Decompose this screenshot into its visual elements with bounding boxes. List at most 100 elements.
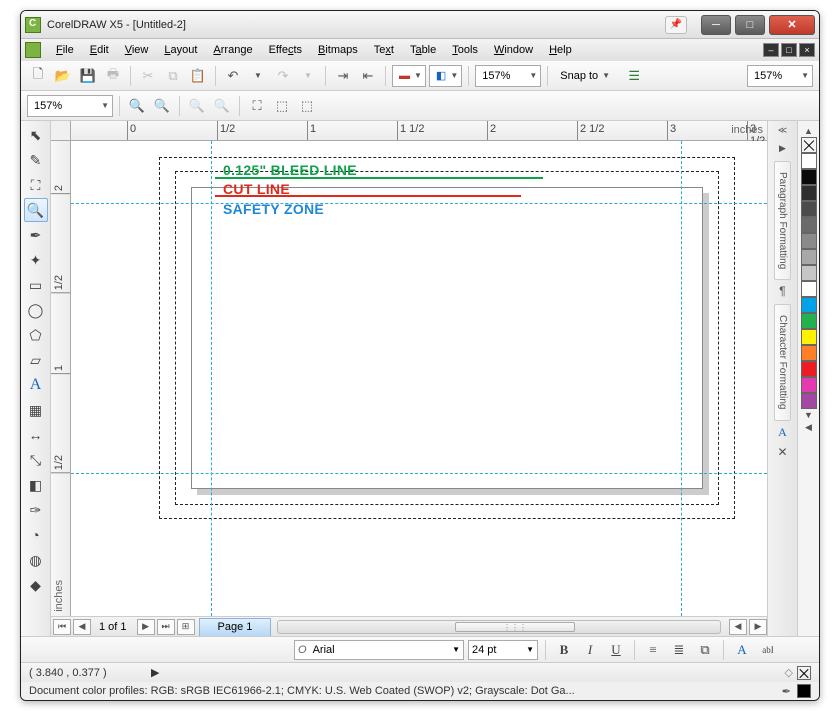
paragraph-formatting-docker[interactable]: Paragraph Formatting xyxy=(774,161,791,280)
color-swatch[interactable] xyxy=(801,217,817,233)
color-swatch[interactable] xyxy=(801,169,817,185)
crop-tool-icon[interactable]: ⛶ xyxy=(24,173,48,197)
prev-page-button[interactable]: ◀ xyxy=(73,619,91,635)
vertical-ruler[interactable]: 2 1/2 1 1/2 inches xyxy=(51,141,71,616)
zoom-width-icon[interactable]: ⬚ xyxy=(271,95,293,117)
cut-icon[interactable]: ✂ xyxy=(137,65,159,87)
color-swatch[interactable] xyxy=(801,313,817,329)
paste-icon[interactable]: 📋 xyxy=(187,65,209,87)
menu-layout[interactable]: Layout xyxy=(157,42,204,58)
alignment-icon[interactable]: ≡ xyxy=(642,640,664,660)
zoom-level-combo[interactable]: 157%▼ xyxy=(475,65,541,87)
add-page-button[interactable]: ⊞ xyxy=(177,619,195,635)
launch-combo[interactable]: ▬▼ xyxy=(392,65,426,87)
color-swatch[interactable] xyxy=(801,201,817,217)
table-tool-icon[interactable]: ▦ xyxy=(24,398,48,422)
color-swatch[interactable] xyxy=(801,249,817,265)
character-formatting-docker[interactable]: Character Formatting xyxy=(774,304,791,420)
scroll-right-button[interactable]: ▶ xyxy=(749,619,767,635)
menu-window[interactable]: Window xyxy=(487,42,540,58)
smart-fill-icon[interactable]: ✦ xyxy=(24,248,48,272)
no-color-swatch[interactable] xyxy=(801,137,817,153)
menu-tools[interactable]: Tools xyxy=(445,42,485,58)
close-docker-icon[interactable]: ✕ xyxy=(775,445,791,461)
welcome-combo[interactable]: ◧▼ xyxy=(429,65,462,87)
canvas[interactable]: 0.125" BLEED LINE CUT LINE SAFETY ZONE xyxy=(71,141,767,616)
ruler-origin[interactable] xyxy=(51,121,71,141)
undo-icon[interactable]: ↶ xyxy=(222,65,244,87)
redo-icon[interactable]: ↷ xyxy=(272,65,294,87)
text-tool-icon[interactable]: A xyxy=(24,373,48,397)
palette-up-icon[interactable]: ▲ xyxy=(804,126,813,136)
character-a-icon[interactable]: A xyxy=(775,425,791,441)
basic-shapes-icon[interactable]: ▱ xyxy=(24,348,48,372)
snap-to-combo[interactable]: Snap to▼ xyxy=(554,65,620,87)
ellipse-tool-icon[interactable]: ◯ xyxy=(24,298,48,322)
import-icon[interactable]: ⇥ xyxy=(332,65,354,87)
export-icon[interactable]: ⇤ xyxy=(357,65,379,87)
pin-icon[interactable]: 📌 xyxy=(665,16,687,34)
fill-tool-icon[interactable]: ◍ xyxy=(24,548,48,572)
dimension-tool-icon[interactable]: ↔ xyxy=(24,423,48,447)
outline-color-swatch[interactable] xyxy=(797,684,811,698)
zoom-out-icon[interactable]: 🔍 xyxy=(151,95,173,117)
new-icon[interactable]: 🗋 xyxy=(27,65,49,87)
first-page-button[interactable]: ⏮ xyxy=(53,619,71,635)
edit-text-icon[interactable]: abI xyxy=(757,640,779,660)
shape-tool-icon[interactable]: ✎ xyxy=(24,148,48,172)
collapse-dockers-icon[interactable]: ≪ xyxy=(774,125,792,139)
interactive-tool-icon[interactable]: ◧ xyxy=(24,473,48,497)
zoom-height-icon[interactable]: ⬚ xyxy=(296,95,318,117)
zoom-in-icon[interactable]: 🔍 xyxy=(126,95,148,117)
color-swatch[interactable] xyxy=(801,185,817,201)
color-swatch[interactable] xyxy=(801,297,817,313)
horizontal-scrollbar[interactable]: ⋮⋮⋮ xyxy=(277,620,721,634)
menu-table[interactable]: Table xyxy=(403,42,443,58)
zoom-level-combo-2[interactable]: 157%▼ xyxy=(747,65,813,87)
font-size-combo[interactable]: 24 pt▼ xyxy=(468,640,538,660)
freehand-tool-icon[interactable]: ✒ xyxy=(24,223,48,247)
next-page-button[interactable]: ▶ xyxy=(137,619,155,635)
eyedropper-tool-icon[interactable]: ✑ xyxy=(24,498,48,522)
polygon-tool-icon[interactable]: ⬠ xyxy=(24,323,48,347)
page-tab[interactable]: Page 1 xyxy=(199,618,272,636)
italic-button[interactable]: I xyxy=(579,640,601,660)
zoom-page-icon[interactable]: ⛶ xyxy=(246,95,268,117)
mdi-close-button[interactable]: × xyxy=(799,43,815,57)
print-icon[interactable]: 🖶 xyxy=(102,65,124,87)
color-swatch[interactable] xyxy=(801,393,817,409)
menu-text[interactable]: Text xyxy=(367,42,401,58)
undo-drop-icon[interactable]: ▼ xyxy=(247,65,269,87)
minimize-button[interactable]: ─ xyxy=(701,15,731,35)
zoom-levels-combo[interactable]: 157%▼ xyxy=(27,95,113,117)
dropcap-icon[interactable]: ⧉ xyxy=(694,640,716,660)
color-swatch[interactable] xyxy=(801,233,817,249)
save-icon[interactable]: 💾 xyxy=(77,65,99,87)
document-icon[interactable] xyxy=(25,42,41,58)
interactive-fill-icon[interactable]: ◆ xyxy=(24,573,48,597)
copy-icon[interactable]: ⧉ xyxy=(162,65,184,87)
guide-vertical[interactable] xyxy=(211,141,212,616)
color-swatch[interactable] xyxy=(801,361,817,377)
rectangle-tool-icon[interactable]: ▭ xyxy=(24,273,48,297)
palette-flyout-icon[interactable]: ◀ xyxy=(805,422,812,433)
status-next-icon[interactable]: ▶ xyxy=(151,666,159,679)
connector-tool-icon[interactable]: ⤡ xyxy=(24,448,48,472)
redo-drop-icon[interactable]: ▼ xyxy=(297,65,319,87)
bullets-icon[interactable]: ≣ xyxy=(668,640,690,660)
guide-horizontal[interactable] xyxy=(71,473,767,474)
palette-down-icon[interactable]: ▼ xyxy=(804,410,813,420)
menu-arrange[interactable]: Arrange xyxy=(206,42,259,58)
maximize-button[interactable]: □ xyxy=(735,15,765,35)
color-swatch[interactable] xyxy=(801,265,817,281)
color-swatch[interactable] xyxy=(801,329,817,345)
color-swatch[interactable] xyxy=(801,281,817,297)
zoom-tool-icon[interactable]: 🔍 xyxy=(24,198,48,222)
horizontal-ruler[interactable]: 0 1/2 1 1 1/2 2 2 1/2 3 3 1/2 inches xyxy=(71,121,767,141)
color-swatch[interactable] xyxy=(801,345,817,361)
close-button[interactable]: ✕ xyxy=(769,15,815,35)
guide-horizontal[interactable] xyxy=(71,203,767,204)
zoom-selected-icon[interactable]: 🔍 xyxy=(186,95,208,117)
options-icon[interactable]: ☰ xyxy=(623,65,645,87)
menu-view[interactable]: View xyxy=(118,42,156,58)
